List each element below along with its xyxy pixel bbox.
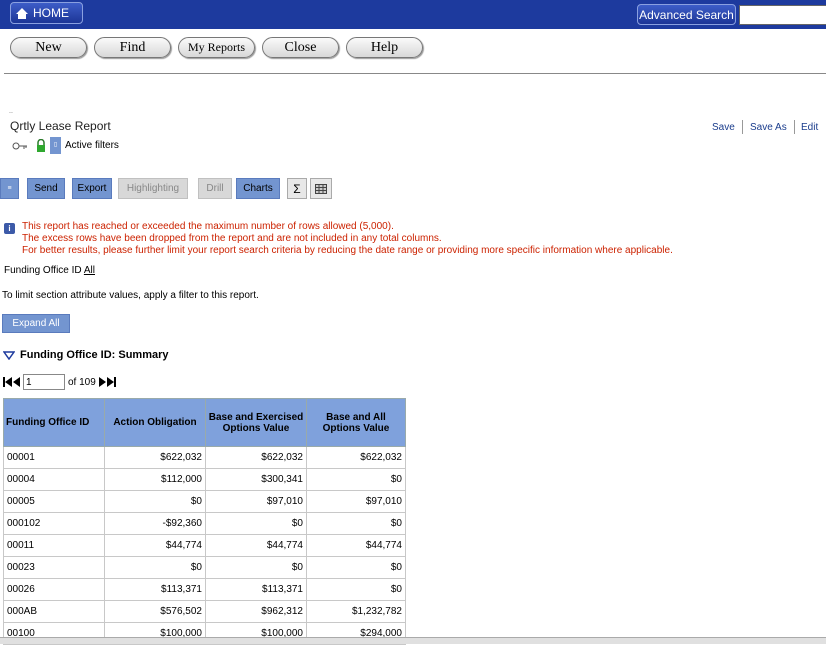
report-title: Qrtly Lease Report: [10, 119, 111, 133]
close-button[interactable]: Close: [262, 37, 339, 58]
warning-line-2: The excess rows have been dropped from t…: [22, 233, 442, 244]
table-cell: $0: [205, 512, 307, 535]
prev-page-icon[interactable]: [13, 377, 20, 387]
export-button[interactable]: Export: [72, 178, 112, 199]
home-button[interactable]: HOME: [10, 2, 83, 24]
active-filters-label: Active filters: [65, 140, 119, 151]
link-separator: [742, 120, 743, 134]
table-cell: $0: [205, 556, 307, 579]
table-cell: 00004: [3, 468, 105, 491]
table-cell: $0: [306, 578, 406, 601]
table-cell: $0: [306, 556, 406, 579]
my-reports-button[interactable]: My Reports: [178, 37, 255, 58]
filter-indicator-icon[interactable]: ▯: [50, 137, 61, 154]
table-row: 00005 $0 $97,010 $97,010: [3, 490, 406, 513]
table-row: 00001 $622,032 $622,032 $622,032: [3, 446, 406, 469]
table-cell: $1,232,782: [306, 600, 406, 623]
table-grid-icon[interactable]: [310, 178, 332, 199]
drill-button[interactable]: Drill: [198, 178, 232, 199]
edit-link[interactable]: Edit: [801, 122, 818, 133]
new-button[interactable]: New: [10, 37, 87, 58]
highlighting-button[interactable]: Highlighting: [118, 178, 188, 199]
table-cell: $576,502: [104, 600, 206, 623]
help-button[interactable]: Help: [346, 37, 423, 58]
table-cell: -$92,360: [104, 512, 206, 535]
table-cell: 000102: [3, 512, 105, 535]
table-cell: 00023: [3, 556, 105, 579]
find-button[interactable]: Find: [94, 37, 171, 58]
limit-instructions: To limit section attribute values, apply…: [2, 290, 259, 301]
table-row: 00023 $0 $0 $0: [3, 556, 406, 579]
marker-dots: ..: [9, 108, 13, 115]
top-bar: HOME Advanced Search: [0, 0, 826, 29]
toolbar-handle-icon[interactable]: ≡: [0, 178, 19, 199]
save-link[interactable]: Save: [712, 122, 735, 133]
table-cell: $44,774: [205, 534, 307, 557]
summary-title: Funding Office ID: Summary: [20, 349, 169, 361]
column-header[interactable]: Funding Office ID: [3, 398, 105, 447]
collapse-triangle-icon[interactable]: [3, 350, 15, 360]
table-row: 00026 $113,371 $113,371 $0: [3, 578, 406, 601]
link-separator: [794, 120, 795, 134]
table-cell: 00026: [3, 578, 105, 601]
warning-line-3: For better results, please further limit…: [22, 245, 673, 256]
table-row: 000AB $576,502 $962,312 $1,232,782: [3, 600, 406, 623]
column-header[interactable]: Base and All Options Value: [306, 398, 406, 447]
last-page-icon[interactable]: [106, 377, 116, 387]
table-row: 00004 $112,000 $300,341 $0: [3, 468, 406, 491]
home-icon: [16, 7, 28, 19]
table-cell: 00005: [3, 490, 105, 513]
funding-office-label: Funding Office ID: [4, 265, 82, 276]
info-icon: i: [4, 223, 15, 234]
table-cell: 00011: [3, 534, 105, 557]
key-icon[interactable]: [12, 142, 28, 150]
advanced-search-button[interactable]: Advanced Search: [637, 4, 736, 25]
search-input[interactable]: [739, 5, 826, 25]
table-cell: $0: [104, 556, 206, 579]
table-cell: $113,371: [205, 578, 307, 601]
table-cell: 00001: [3, 446, 105, 469]
table-cell: $112,000: [104, 468, 206, 491]
sigma-icon[interactable]: Σ: [287, 178, 307, 199]
table-row: 00011 $44,774 $44,774 $44,774: [3, 534, 406, 557]
table-cell: $622,032: [104, 446, 206, 469]
table-cell: $300,341: [205, 468, 307, 491]
lock-icon[interactable]: [36, 139, 46, 152]
table-cell: $622,032: [205, 446, 307, 469]
warning-line-1: This report has reached or exceeded the …: [22, 221, 394, 232]
table-cell: $0: [104, 490, 206, 513]
table-row: 000102 -$92,360 $0 $0: [3, 512, 406, 535]
table-cell: $113,371: [104, 578, 206, 601]
page-number-input[interactable]: [23, 374, 65, 390]
save-as-link[interactable]: Save As: [750, 122, 787, 133]
table-cell: 000AB: [3, 600, 105, 623]
pager: of 109: [3, 374, 116, 390]
column-header[interactable]: Base and Exercised Options Value: [205, 398, 307, 447]
table-cell: $962,312: [205, 600, 307, 623]
funding-office-value-link[interactable]: All: [84, 265, 95, 276]
table-cell: $0: [306, 468, 406, 491]
page-count-label: of 109: [68, 376, 96, 388]
next-page-icon[interactable]: [98, 377, 106, 387]
send-button[interactable]: Send: [27, 178, 65, 199]
divider: [4, 73, 826, 74]
table-cell: $44,774: [306, 534, 406, 557]
expand-all-button[interactable]: Expand All: [2, 314, 70, 333]
charts-button[interactable]: Charts: [236, 178, 280, 199]
table-cell: $44,774: [104, 534, 206, 557]
column-header[interactable]: Action Obligation: [104, 398, 206, 447]
funding-office-filter: Funding Office ID All: [4, 265, 95, 276]
table-cell: $97,010: [205, 490, 307, 513]
active-filters-row: ▯ Active filters: [12, 137, 119, 154]
home-label: HOME: [33, 6, 69, 20]
table-cell: $622,032: [306, 446, 406, 469]
first-page-icon[interactable]: [3, 377, 12, 387]
summary-table: Funding Office ID Action Obligation Base…: [3, 398, 406, 645]
table-cell: $97,010: [306, 490, 406, 513]
table-cell: $0: [306, 512, 406, 535]
summary-section-header[interactable]: Funding Office ID: Summary: [3, 349, 169, 361]
